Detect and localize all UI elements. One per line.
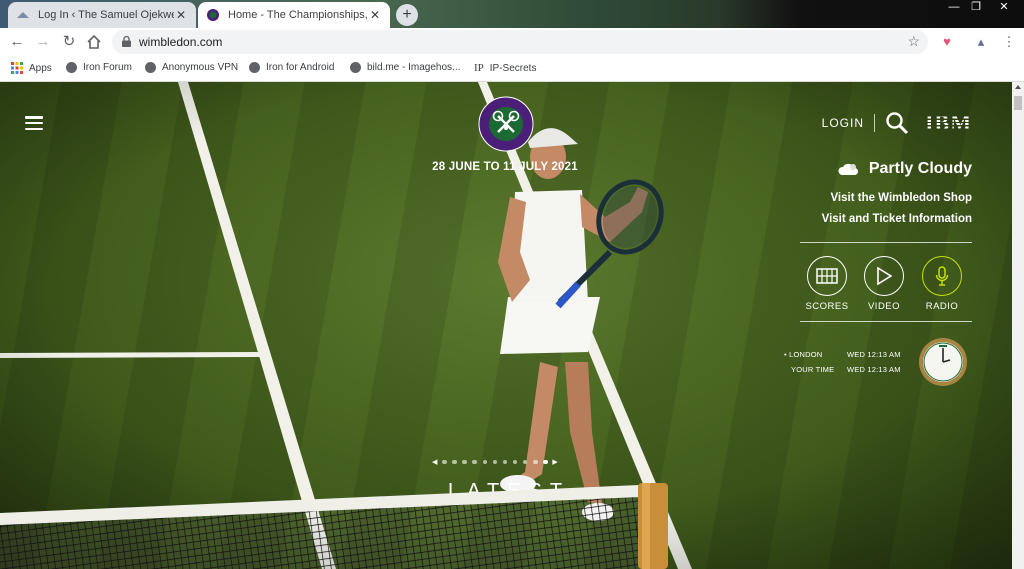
play-icon — [877, 267, 892, 285]
extension-heart-icon[interactable]: ♥ — [938, 34, 956, 50]
wimbledon-hero: 28 JUNE TO 11 JULY 2021 LOGIN IBM Partly… — [0, 82, 1012, 569]
your-time-label: YOUR TIME — [791, 365, 835, 374]
ip-icon: IP — [474, 62, 484, 74]
carousel-dot[interactable] — [462, 459, 467, 465]
globe-icon — [145, 62, 156, 73]
media-label: RADIO — [925, 301, 959, 312]
carousel-dot[interactable] — [543, 459, 548, 465]
weather-widget: Partly Cloudy — [837, 160, 972, 178]
globe-icon — [350, 62, 361, 73]
home-icon[interactable] — [85, 33, 103, 51]
scrollbar-thumb[interactable] — [1014, 96, 1022, 110]
carousel-dot[interactable] — [492, 459, 498, 465]
scoreboard-icon — [816, 268, 838, 284]
shop-link[interactable]: Visit the Wimbledon Shop — [830, 192, 972, 204]
tab-close-icon[interactable]: ✕ — [368, 8, 382, 22]
media-label: VIDEO — [867, 301, 901, 312]
ibm-logo[interactable]: IBM — [925, 110, 972, 136]
browser-menu-icon[interactable]: ⋮ — [1000, 34, 1018, 50]
divider-line — [800, 321, 972, 322]
london-time: WED 12:13 AM — [847, 350, 901, 359]
wordpress-favicon-icon — [17, 12, 29, 18]
london-label: • LONDON — [784, 350, 823, 359]
tab-wimbledon-home[interactable]: Home - The Championships, Wimbledon ✕ — [198, 2, 390, 28]
carousel-prev-icon[interactable]: ◀ — [432, 458, 437, 466]
media-label: SCORES — [805, 301, 849, 312]
scroll-up-arrow-icon[interactable] — [1015, 85, 1021, 89]
tickets-link[interactable]: Visit and Ticket Information — [822, 213, 972, 225]
carousel-dot[interactable] — [482, 459, 488, 465]
carousel-next-icon[interactable]: ▶ — [552, 458, 557, 466]
radio-circle — [922, 256, 962, 296]
radio-button[interactable]: RADIO — [918, 256, 966, 312]
bookmark-label: IP-Secrets — [489, 62, 537, 74]
nav-divider — [874, 114, 875, 132]
bookmark-star-icon[interactable]: ☆ — [907, 33, 920, 50]
carousel-dot[interactable] — [442, 459, 447, 465]
bookmark-label: Anonymous VPN — [162, 62, 239, 73]
bookmark-iron-for-android[interactable]: Iron for Android — [249, 62, 334, 73]
bookmark-apps[interactable]: Apps — [11, 62, 52, 74]
apps-grid-icon — [11, 62, 23, 74]
rolex-clock-icon[interactable] — [918, 337, 968, 387]
forward-arrow-icon[interactable]: → — [33, 32, 53, 52]
reload-icon[interactable]: ↻ — [59, 32, 79, 52]
login-link[interactable]: LOGIN — [822, 116, 864, 130]
bookmark-label: Iron for Android — [266, 62, 335, 73]
tab-title: Log In ‹ The Samuel Ojekwe Blog — [38, 9, 174, 21]
carousel-dot[interactable] — [472, 459, 477, 465]
carousel-dot[interactable] — [522, 459, 528, 465]
your-time-value: WED 12:13 AM — [847, 365, 901, 374]
globe-icon — [249, 62, 260, 73]
bookmark-label: Apps — [29, 62, 52, 74]
top-nav: LOGIN IBM — [822, 110, 972, 136]
profile-avatar-icon[interactable]: ▴ — [972, 34, 990, 50]
lock-icon — [122, 36, 131, 47]
carousel-dots: ◀ ▶ — [430, 458, 560, 466]
microphone-icon — [935, 266, 949, 286]
carousel-dot[interactable] — [502, 459, 508, 465]
tennis-net — [0, 483, 668, 569]
bookmark-label: Iron Forum — [83, 62, 132, 73]
tab-blog-login[interactable]: Log In ‹ The Samuel Ojekwe Blog ✕ — [8, 2, 196, 28]
video-button[interactable]: VIDEO — [860, 256, 908, 312]
address-bar[interactable]: wimbledon.com ☆ — [112, 30, 928, 54]
globe-icon — [66, 62, 77, 73]
search-icon[interactable] — [885, 111, 909, 135]
carousel-dot[interactable] — [452, 459, 457, 465]
scores-circle — [807, 256, 847, 296]
tab-strip: Log In ‹ The Samuel Ojekwe Blog ✕ Home -… — [0, 0, 1024, 28]
close-window-button[interactable]: ✕ — [990, 0, 1018, 16]
carousel-dot[interactable] — [533, 459, 538, 465]
tournament-dates: 28 JUNE TO 11 JULY 2021 — [432, 161, 578, 173]
bookmarks-bar: Apps Iron Forum Anonymous VPN Iron for A… — [0, 56, 1024, 82]
restore-button[interactable]: ❐ — [962, 0, 990, 16]
bookmark-ip-secrets[interactable]: IP IP-Secrets — [474, 62, 536, 74]
browser-toolbar: ← → ↻ wimbledon.com ☆ ♥ ▴ ⋮ — [0, 28, 1024, 56]
tab-close-icon[interactable]: ✕ — [174, 8, 188, 22]
new-tab-button[interactable]: + — [396, 4, 418, 26]
back-arrow-icon[interactable]: ← — [7, 32, 27, 52]
wimbledon-logo[interactable] — [478, 96, 534, 152]
video-circle — [864, 256, 904, 296]
weather-label: Partly Cloudy — [868, 160, 972, 177]
tab-title: Home - The Championships, Wimbledon — [228, 9, 368, 21]
bookmark-anonymous-vpn[interactable]: Anonymous VPN — [145, 62, 238, 73]
carousel-dot[interactable] — [512, 459, 518, 465]
partly-cloudy-icon — [838, 163, 858, 175]
menu-icon[interactable] — [25, 116, 43, 131]
vertical-scrollbar[interactable] — [1012, 82, 1024, 569]
bookmark-bild-me[interactable]: bild.me - Imagehos... — [350, 62, 460, 73]
carousel-dot-group — [439, 459, 550, 465]
scores-button[interactable]: SCORES — [803, 256, 851, 312]
wimbledon-favicon-icon — [207, 9, 219, 21]
divider-line — [800, 242, 972, 243]
url-text: wimbledon.com — [139, 35, 223, 49]
bookmark-label: bild.me - Imagehos... — [367, 62, 461, 73]
bookmark-iron-forum[interactable]: Iron Forum — [66, 62, 132, 73]
